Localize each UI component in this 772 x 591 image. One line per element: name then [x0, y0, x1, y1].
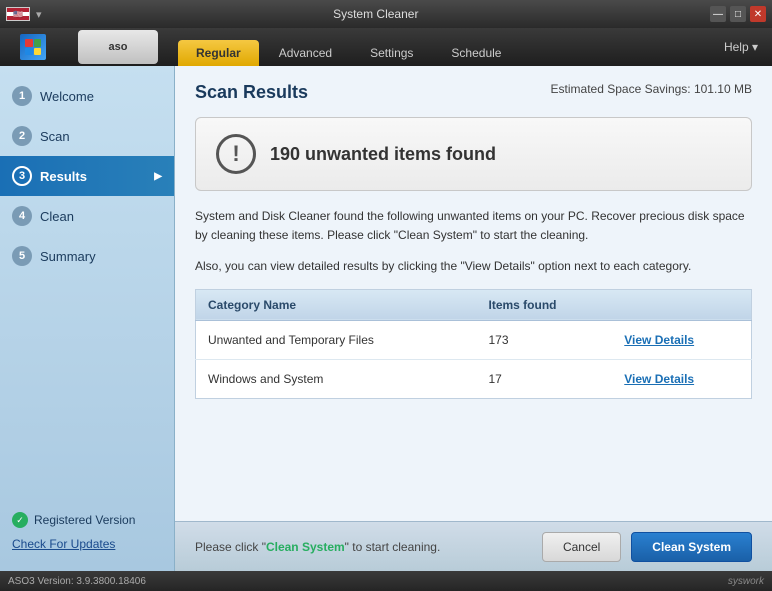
- col-category: Category Name: [196, 289, 477, 320]
- close-button[interactable]: ✕: [750, 6, 766, 22]
- help-menu[interactable]: Help ▾: [724, 28, 772, 66]
- msg-highlight: Clean System: [266, 540, 345, 554]
- msg-suffix: " to start cleaning.: [345, 540, 441, 554]
- language-flag-icon[interactable]: 🇺🇸: [6, 7, 30, 21]
- tab-schedule[interactable]: Schedule: [433, 40, 519, 66]
- tab-settings[interactable]: Settings: [352, 40, 431, 66]
- category-name-2: Windows and System: [196, 359, 477, 398]
- brand-logo: syswork: [728, 576, 764, 587]
- logo-icon: [20, 30, 78, 64]
- menu-bar: aso Regular Advanced Settings Schedule H…: [0, 28, 772, 66]
- checkmark-icon: ✓: [12, 512, 28, 528]
- space-savings-text: Estimated Space Savings: 101.10 MB: [551, 82, 752, 96]
- window-controls: — □ ✕: [710, 6, 766, 22]
- sidebar-bottom: ✓ Registered Version Check For Updates: [0, 502, 174, 561]
- warning-icon: !: [216, 134, 256, 174]
- tab-advanced[interactable]: Advanced: [261, 40, 350, 66]
- status-bar: ASO3 Version: 3.9.3800.18406 syswork: [0, 571, 772, 591]
- version-text: ASO3 Version: 3.9.3800.18406: [8, 576, 146, 587]
- minimize-button[interactable]: —: [710, 6, 726, 22]
- sidebar-item-welcome[interactable]: 1 Welcome: [0, 76, 174, 116]
- sidebar-clean-label: Clean: [40, 209, 74, 224]
- results-table: Category Name Items found Unwanted and T…: [195, 289, 752, 399]
- content-wrapper: Scan Results Estimated Space Savings: 10…: [175, 66, 772, 571]
- description-text: System and Disk Cleaner found the follow…: [195, 207, 752, 245]
- registered-label: Registered Version: [34, 513, 135, 527]
- content-header: Scan Results Estimated Space Savings: 10…: [195, 82, 752, 103]
- step-2-circle: 2: [12, 126, 32, 146]
- registered-badge: ✓ Registered Version: [12, 512, 162, 528]
- logo-text: aso: [78, 30, 158, 64]
- bottom-buttons: Cancel Clean System: [542, 532, 752, 562]
- sidebar-item-clean[interactable]: 4 Clean: [0, 196, 174, 236]
- items-count-1: 173: [476, 320, 612, 359]
- bottom-message: Please click "Clean System" to start cle…: [195, 540, 440, 554]
- sidebar-scan-label: Scan: [40, 129, 70, 144]
- sidebar-summary-label: Summary: [40, 249, 96, 264]
- nav-tabs: Regular Advanced Settings Schedule: [168, 28, 529, 66]
- help-label: Help ▾: [724, 40, 758, 54]
- category-name-1: Unwanted and Temporary Files: [196, 320, 477, 359]
- step-5-circle: 5: [12, 246, 32, 266]
- title-bar-left: 🇺🇸 ▾: [6, 7, 42, 21]
- view-details-link-2[interactable]: View Details: [624, 372, 694, 386]
- main-layout: 1 Welcome 2 Scan 3 Results ▶ 4 Clean 5 S…: [0, 66, 772, 571]
- view-details-link-1[interactable]: View Details: [624, 333, 694, 347]
- desc-line3: Also, you can view detailed results by c…: [195, 257, 752, 276]
- msg-prefix: Please click ": [195, 540, 266, 554]
- title-bar: 🇺🇸 ▾ System Cleaner — □ ✕: [0, 0, 772, 28]
- table-row: Windows and System 17 View Details: [196, 359, 752, 398]
- items-count-2: 17: [476, 359, 612, 398]
- step-1-circle: 1: [12, 86, 32, 106]
- step-3-circle: 3: [12, 166, 32, 186]
- table-row: Unwanted and Temporary Files 173 View De…: [196, 320, 752, 359]
- col-action: [612, 289, 751, 320]
- content-area: Scan Results Estimated Space Savings: 10…: [175, 66, 772, 521]
- window-title: System Cleaner: [42, 7, 710, 21]
- col-items: Items found: [476, 289, 612, 320]
- app-logo: aso: [10, 28, 168, 66]
- check-updates-link[interactable]: Check For Updates: [12, 537, 115, 551]
- step-4-circle: 4: [12, 206, 32, 226]
- bottom-bar: Please click "Clean System" to start cle…: [175, 521, 772, 571]
- sidebar-arrow-icon: ▶: [154, 171, 162, 182]
- sidebar-welcome-label: Welcome: [40, 89, 94, 104]
- sidebar-item-results[interactable]: 3 Results ▶: [0, 156, 174, 196]
- sidebar: 1 Welcome 2 Scan 3 Results ▶ 4 Clean 5 S…: [0, 66, 175, 571]
- alert-message: 190 unwanted items found: [270, 144, 496, 165]
- sidebar-item-scan[interactable]: 2 Scan: [0, 116, 174, 156]
- desc-line1: System and Disk Cleaner found the follow…: [195, 209, 745, 223]
- page-title: Scan Results: [195, 82, 308, 103]
- cancel-button[interactable]: Cancel: [542, 532, 621, 562]
- desc-line2: by cleaning these items. Please click "C…: [195, 228, 588, 242]
- sidebar-results-label: Results: [40, 169, 87, 184]
- sidebar-item-summary[interactable]: 5 Summary: [0, 236, 174, 276]
- tab-regular[interactable]: Regular: [178, 40, 259, 66]
- clean-system-button[interactable]: Clean System: [631, 532, 752, 562]
- maximize-button[interactable]: □: [730, 6, 746, 22]
- alert-box: ! 190 unwanted items found: [195, 117, 752, 191]
